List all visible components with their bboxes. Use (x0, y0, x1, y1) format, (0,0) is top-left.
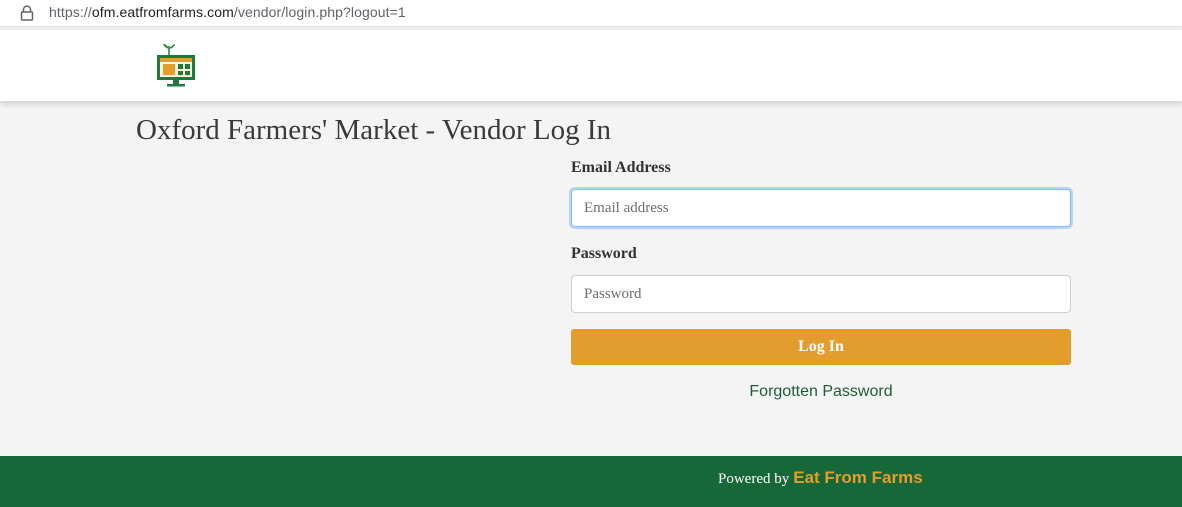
footer-credit: Powered by Eat From Farms (718, 468, 923, 488)
url-host: ofm.eatfromfarms.com (91, 4, 234, 20)
site-header (0, 30, 1182, 101)
page-title: Oxford Farmers' Market - Vendor Log In (136, 114, 612, 146)
browser-address-bar[interactable]: https://ofm.eatfromfarms.com/vendor/logi… (0, 0, 1182, 27)
powered-by-text: Powered by (718, 471, 790, 487)
email-label: Email Address (571, 159, 671, 176)
email-input[interactable] (571, 189, 1071, 227)
market-stall-logo-icon[interactable] (155, 42, 197, 88)
url-scheme: https:// (49, 4, 92, 20)
forgotten-password-link[interactable]: Forgotten Password (571, 383, 1071, 401)
password-label: Password (571, 245, 637, 262)
site-footer: Powered by Eat From Farms (0, 456, 1182, 507)
url-path: /vendor/login.php?logout=1 (233, 4, 406, 20)
url-text[interactable]: https://ofm.eatfromfarms.com/vendor/logi… (49, 4, 406, 20)
password-input[interactable] (571, 275, 1071, 313)
lock-icon[interactable] (20, 5, 34, 21)
login-button[interactable]: Log In (571, 329, 1071, 365)
eat-from-farms-link[interactable]: Eat From Farms (793, 468, 922, 487)
